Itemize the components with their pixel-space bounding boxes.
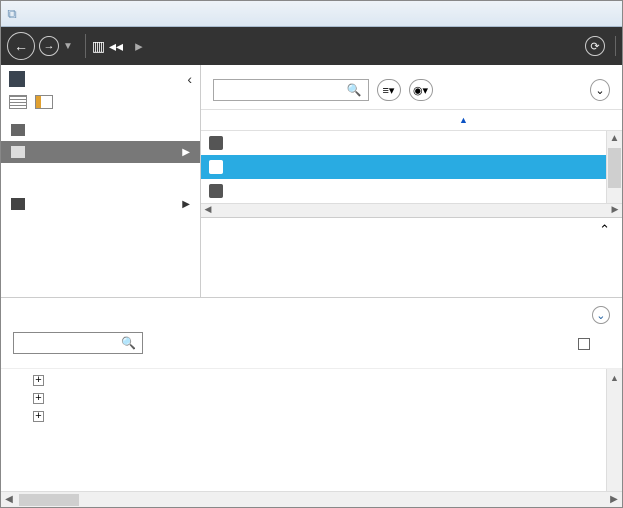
app-icon: ⧉ xyxy=(1,6,23,22)
nav-sub-marketing[interactable] xyxy=(1,163,200,173)
content-pane: 🔍 ≡▾ ◉▾ ⌄ ▲ xyxy=(201,65,622,297)
col-description[interactable]: ▲ xyxy=(455,112,610,126)
breadcrumb[interactable]: ▸ xyxy=(129,37,149,55)
expand-icon[interactable]: + xyxy=(33,375,44,386)
divider xyxy=(85,34,86,58)
collapse-psh-icon[interactable]: ⌄ xyxy=(592,306,610,324)
table-row-selected[interactable] xyxy=(201,155,606,179)
navigation-pane: ‹ ▶ ▶ xyxy=(1,65,201,297)
refresh-button[interactable]: ⟳ xyxy=(585,36,605,56)
horizontal-scrollbar[interactable]: ◀ ▶ xyxy=(1,491,622,507)
psh-cmdlet-row[interactable]: + xyxy=(13,389,610,407)
user-icon xyxy=(209,136,223,150)
history-dropdown-icon[interactable]: ▼ xyxy=(63,41,73,52)
powershell-history-pane: ⌄ 🔍 + + + ▲ ◀ ▶ xyxy=(1,297,622,507)
show-all-checkbox[interactable] xyxy=(578,336,594,350)
save-options-button[interactable]: ◉▾ xyxy=(409,79,433,101)
table-row[interactable] xyxy=(201,131,606,155)
scroll-right-icon[interactable]: ▶ xyxy=(608,204,622,217)
filter-input[interactable]: 🔍 xyxy=(213,79,369,101)
scroll-thumb[interactable] xyxy=(19,494,79,506)
nav-sub-password-settings[interactable] xyxy=(1,183,200,193)
scroll-left-icon[interactable]: ◀ xyxy=(1,494,17,505)
nav-corp-local[interactable]: ▶ xyxy=(1,141,200,163)
nav-sub-useraccounts[interactable] xyxy=(1,173,200,183)
chevron-right-icon: ▶ xyxy=(182,199,190,210)
horizontal-scrollbar[interactable]: ◀ ▶ xyxy=(201,203,622,217)
scroll-left-icon[interactable]: ◀ xyxy=(201,204,215,217)
psh-cmdlet-row[interactable]: + xyxy=(13,407,610,425)
table-row[interactable] xyxy=(201,179,606,203)
preview-bar[interactable]: ⌃ xyxy=(201,217,622,242)
vertical-scrollbar[interactable]: ▲ xyxy=(606,369,622,491)
scroll-thumb[interactable] xyxy=(608,148,621,188)
list-rows: ▲ xyxy=(201,131,622,203)
nav-overview[interactable] xyxy=(1,119,200,141)
nav-dynamic-access-control[interactable]: ▶ xyxy=(1,193,200,215)
collapse-nav-icon[interactable]: ‹ xyxy=(187,71,192,87)
list-view-icon[interactable] xyxy=(9,95,27,109)
expand-button[interactable]: ⌄ xyxy=(590,79,610,101)
psh-body: + + + ▲ xyxy=(1,369,622,491)
scroll-right-icon[interactable]: ▶ xyxy=(606,494,622,505)
back-button[interactable]: ← xyxy=(7,32,35,60)
content-title xyxy=(201,65,622,75)
chevron-right-icon: ▸ xyxy=(135,37,143,55)
sort-asc-icon: ▲ xyxy=(459,115,468,125)
ad-icon xyxy=(9,71,25,87)
user-icon xyxy=(209,184,223,198)
scroll-up-icon[interactable]: ▲ xyxy=(607,131,622,147)
expand-icon[interactable]: + xyxy=(33,411,44,422)
tree-view-icon[interactable] xyxy=(35,95,53,109)
nav-bar: ← → ▼ ▥ ◂◂ ▸ ⟳ xyxy=(1,27,622,65)
chevron-right-icon: ▶ xyxy=(182,147,190,158)
vertical-scrollbar[interactable]: ▲ xyxy=(606,131,622,203)
psh-search-input[interactable]: 🔍 xyxy=(13,332,143,354)
search-icon[interactable]: 🔍 xyxy=(121,336,136,350)
forward-button[interactable]: → xyxy=(39,36,59,56)
column-headers[interactable]: ▲ xyxy=(201,109,622,131)
search-icon[interactable]: 🔍 xyxy=(347,83,362,97)
user-icon xyxy=(209,160,223,174)
expand-icon[interactable]: + xyxy=(33,393,44,404)
checkbox-icon[interactable] xyxy=(578,338,590,350)
chevron-up-icon[interactable]: ⌃ xyxy=(599,222,610,238)
psh-cmdlet-row[interactable]: + xyxy=(13,371,610,389)
overview-icon xyxy=(11,124,25,136)
title-bar: ⧉ xyxy=(1,1,622,27)
location-icon[interactable]: ▥ ◂◂ xyxy=(92,38,123,55)
scroll-up-icon[interactable]: ▲ xyxy=(607,369,622,383)
dac-icon xyxy=(11,198,25,210)
view-options-button[interactable]: ≡▾ xyxy=(377,79,401,101)
folder-icon xyxy=(11,146,25,158)
manage-menu-divider xyxy=(615,36,616,56)
